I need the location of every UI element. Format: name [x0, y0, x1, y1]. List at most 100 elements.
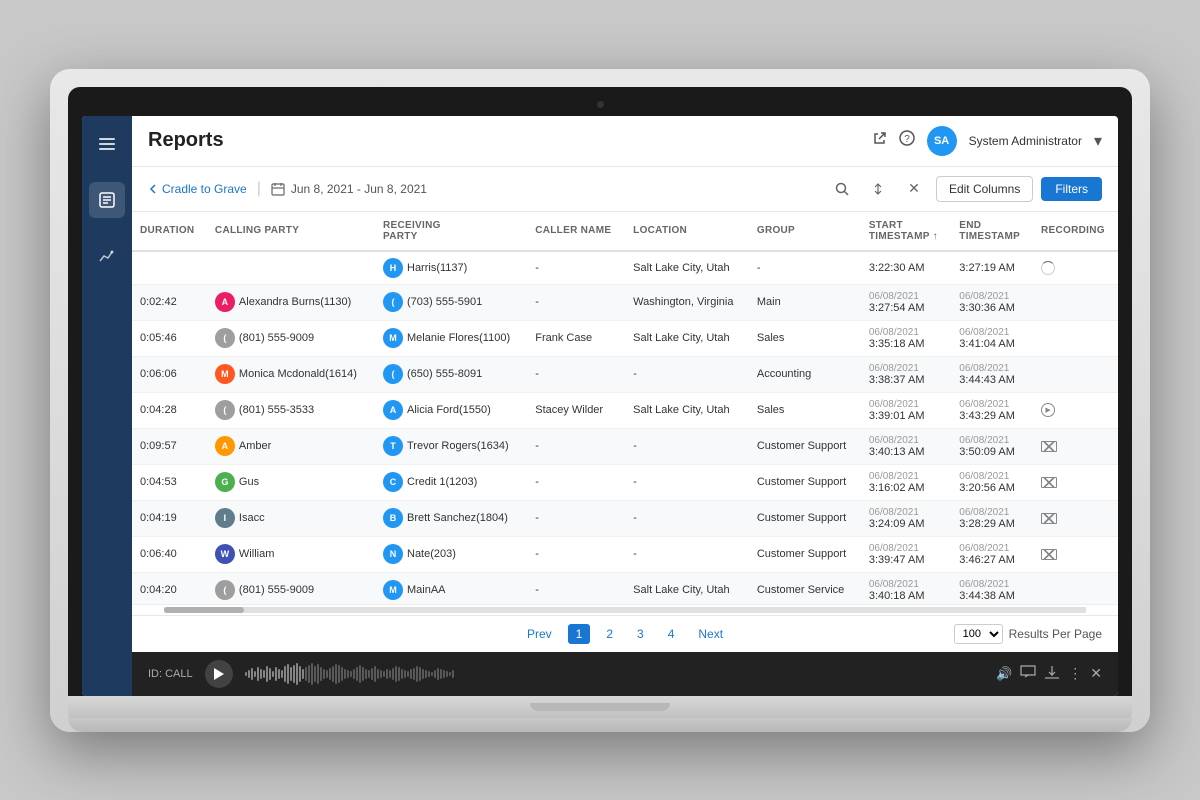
cell-receiving-party: ((650) 555-8091	[375, 356, 527, 392]
cell-start-timestamp: 06/08/20213:16:02 AM	[861, 464, 951, 500]
sidebar-reports-icon[interactable]	[89, 182, 125, 218]
help-icon[interactable]: ?	[899, 130, 915, 151]
cell-recording	[1033, 251, 1118, 285]
cell-end-timestamp: 06/08/20213:44:43 AM	[951, 356, 1033, 392]
filters-button[interactable]: Filters	[1041, 177, 1102, 201]
volume-icon[interactable]: 🔊	[996, 666, 1012, 682]
next-button[interactable]: Next	[690, 624, 731, 644]
sort-icon[interactable]	[864, 175, 892, 203]
cell-location: -	[625, 464, 749, 500]
cell-receiving-party: TTrevor Rogers(1634)	[375, 428, 527, 464]
col-start-timestamp[interactable]: STARTTIMESTAMP ↑	[861, 212, 951, 251]
play-icon[interactable]: ▶	[1041, 403, 1055, 417]
cell-location: Salt Lake City, Utah	[625, 251, 749, 285]
toolbar-divider: |	[257, 180, 261, 198]
table-row[interactable]: 0:04:19IIsaccBBrett Sanchez(1804)--Custo…	[132, 500, 1118, 536]
col-receiving-party: RECEIVINGPARTY	[375, 212, 527, 251]
prev-button[interactable]: Prev	[519, 624, 560, 644]
table-row[interactable]: 0:04:28((801) 555-3533AAlicia Ford(1550)…	[132, 392, 1118, 428]
table-row[interactable]: HHarris(1137)-Salt Lake City, Utah-3:22:…	[132, 251, 1118, 285]
cell-group: Customer Support	[749, 536, 861, 572]
avatar: SA	[927, 126, 957, 156]
horizontal-scrollbar[interactable]	[164, 607, 1086, 613]
col-duration: DURATION	[132, 212, 207, 251]
cell-end-timestamp: 06/08/20213:20:56 AM	[951, 464, 1033, 500]
page-3-button[interactable]: 3	[629, 624, 652, 644]
close-player-icon[interactable]: ✕	[1090, 665, 1102, 682]
close-icon[interactable]: ✕	[900, 175, 928, 203]
edit-columns-button[interactable]: Edit Columns	[936, 176, 1033, 202]
cell-start-timestamp: 06/08/20213:35:18 AM	[861, 320, 951, 356]
header: Reports ? SA System Administrator ▾	[132, 116, 1118, 167]
cell-end-timestamp: 3:27:19 AM	[951, 251, 1033, 285]
page-4-button[interactable]: 4	[660, 624, 683, 644]
cell-receiving-party: AAlicia Ford(1550)	[375, 392, 527, 428]
cell-caller-name: -	[527, 251, 625, 285]
cell-recording	[1033, 320, 1118, 356]
page-1-button[interactable]: 1	[568, 624, 591, 644]
cell-group: Accounting	[749, 356, 861, 392]
cell-caller-name: -	[527, 428, 625, 464]
sidebar-analytics-icon[interactable]	[89, 238, 125, 274]
cell-start-timestamp: 3:22:30 AM	[861, 251, 951, 285]
col-calling-party: CALLING PARTY	[207, 212, 375, 251]
table-row[interactable]: 0:04:53GGusCCredit 1(1203)--Customer Sup…	[132, 464, 1118, 500]
cell-location: -	[625, 536, 749, 572]
sidebar-menu-icon[interactable]	[89, 126, 125, 162]
cell-recording	[1033, 356, 1118, 392]
cell-receiving-party: MMelanie Flores(1100)	[375, 320, 527, 356]
table-row[interactable]: 0:02:42AAlexandra Burns(1130)((703) 555-…	[132, 284, 1118, 320]
cell-end-timestamp: 06/08/20213:41:04 AM	[951, 320, 1033, 356]
cell-caller-name: Stacey Wilder	[527, 392, 625, 428]
table-row[interactable]: 0:06:40WWilliamNNate(203)--Customer Supp…	[132, 536, 1118, 572]
table-row[interactable]: 0:06:06MMonica Mcdonald(1614)((650) 555-…	[132, 356, 1118, 392]
toolbar-actions: ✕ Edit Columns Filters	[828, 175, 1102, 203]
cell-duration: 0:04:20	[132, 572, 207, 604]
table-row[interactable]: 0:04:20((801) 555-9009MMainAA-Salt Lake …	[132, 572, 1118, 604]
download-icon[interactable]	[1044, 665, 1060, 682]
col-end-timestamp: ENDTIMESTAMP	[951, 212, 1033, 251]
cell-end-timestamp: 06/08/20213:46:27 AM	[951, 536, 1033, 572]
table-row[interactable]: 0:05:46((801) 555-9009MMelanie Flores(11…	[132, 320, 1118, 356]
search-icon[interactable]	[828, 175, 856, 203]
cell-receiving-party: ((703) 555-5901	[375, 284, 527, 320]
cell-caller-name: -	[527, 356, 625, 392]
cell-location: -	[625, 500, 749, 536]
play-button[interactable]	[205, 660, 233, 688]
user-dropdown-icon[interactable]: ▾	[1094, 131, 1102, 151]
cell-start-timestamp: 06/08/20213:40:13 AM	[861, 428, 951, 464]
cell-caller-name: Frank Case	[527, 320, 625, 356]
cell-calling-party: ((801) 555-3533	[207, 392, 375, 428]
more-icon[interactable]: ⋮	[1068, 665, 1082, 682]
cell-start-timestamp: 06/08/20213:38:37 AM	[861, 356, 951, 392]
table-body: HHarris(1137)-Salt Lake City, Utah-3:22:…	[132, 251, 1118, 604]
cell-recording	[1033, 284, 1118, 320]
cell-recording	[1033, 428, 1118, 464]
cell-group: Customer Service	[749, 572, 861, 604]
cell-duration: 0:06:06	[132, 356, 207, 392]
per-page-select[interactable]: 100 50 25	[954, 624, 1003, 644]
email-icon[interactable]	[1041, 477, 1057, 488]
cell-group: Main	[749, 284, 861, 320]
cell-caller-name: -	[527, 536, 625, 572]
cell-group: Customer Support	[749, 500, 861, 536]
cell-calling-party	[207, 251, 375, 285]
cell-start-timestamp: 06/08/20213:24:09 AM	[861, 500, 951, 536]
cell-group: Customer Support	[749, 464, 861, 500]
table-row[interactable]: 0:09:57AAmberTTrevor Rogers(1634)--Custo…	[132, 428, 1118, 464]
cell-end-timestamp: 06/08/20213:30:36 AM	[951, 284, 1033, 320]
chat-icon[interactable]	[1020, 665, 1036, 682]
table-container: DURATION CALLING PARTY RECEIVINGPARTY CA…	[132, 212, 1118, 604]
sidebar	[82, 116, 132, 696]
cell-location: Salt Lake City, Utah	[625, 572, 749, 604]
email-icon[interactable]	[1041, 549, 1057, 560]
external-link-icon[interactable]	[873, 131, 887, 150]
page-2-button[interactable]: 2	[598, 624, 621, 644]
back-button[interactable]: Cradle to Grave	[148, 182, 247, 196]
email-icon[interactable]	[1041, 441, 1057, 452]
player-bar: ID: CALL 🔊	[132, 652, 1118, 696]
cell-recording: ▶	[1033, 392, 1118, 428]
cell-caller-name: -	[527, 284, 625, 320]
email-icon[interactable]	[1041, 513, 1057, 524]
cell-location: -	[625, 356, 749, 392]
